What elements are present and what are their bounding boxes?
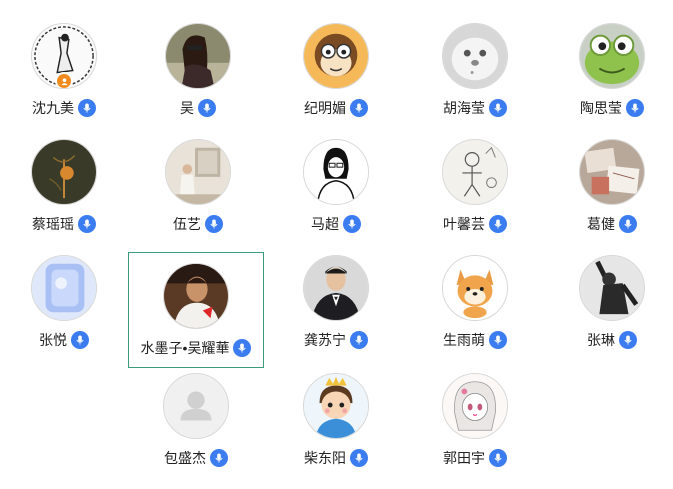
participant-grid: 沈九美 吴 纪明媚 胡海莹 陶思莹 蔡瑶瑶 伍艺 马超 叶馨芸 葛健 张悦 水墨… [0,0,673,489]
participant-card-5[interactable]: 蔡瑶瑶 [0,128,130,242]
participant-card-7[interactable]: 马超 [270,128,402,242]
woman-photo-avatar [165,23,231,89]
participant-name: 柴东阳 [304,450,346,466]
microphone-icon[interactable] [198,99,216,117]
microphone-icon[interactable] [71,331,89,349]
man-photo-avatar [163,263,229,329]
participant-name: 蔡瑶瑶 [32,216,74,232]
microphone-icon[interactable] [619,215,637,233]
participant-name: 沈九美 [32,100,74,116]
participant-name: 葛健 [587,216,615,232]
microphone-icon[interactable] [489,99,507,117]
participant-card-2[interactable]: 纪明媚 [270,12,402,126]
participant-card-15[interactable]: 包盛杰 [130,362,262,476]
participant-name: 马超 [311,216,339,232]
microphone-icon[interactable] [205,215,223,233]
microphone-icon[interactable] [210,449,228,467]
participant-name: 水墨子•吴耀華 [140,340,230,356]
participant-card-12[interactable]: 龚苏宁 [270,244,402,358]
participant-card-0[interactable]: 沈九美 [0,12,130,126]
microphone-icon[interactable] [626,99,644,117]
participant-card-4[interactable]: 陶思莹 [546,12,673,126]
participant-card-11[interactable]: 水墨子•吴耀華 [128,252,264,368]
participant-card-17[interactable]: 郭田宇 [409,362,541,476]
participant-name: 龚苏宁 [304,332,346,348]
participant-name: 胡海莹 [443,100,485,116]
participant-name: 吴 [180,100,194,116]
white-plush-avatar [442,23,508,89]
participant-name: 伍艺 [173,216,201,232]
participant-card-10[interactable]: 张悦 [0,244,130,358]
participant-card-8[interactable]: 叶馨芸 [409,128,541,242]
green-frog-avatar [579,23,645,89]
microphone-icon[interactable] [350,99,368,117]
sketch-figure-avatar [31,23,97,89]
child-drawing-avatar [442,139,508,205]
participant-card-1[interactable]: 吴 [132,12,264,126]
participant-name: 生雨萌 [443,332,485,348]
microphone-icon[interactable] [489,449,507,467]
host-badge-icon [55,72,73,88]
participant-name: 包盛杰 [164,450,206,466]
paper-art-avatar [579,139,645,205]
microphone-icon[interactable] [78,215,96,233]
participant-name: 纪明媚 [304,100,346,116]
cartoon-monkey-avatar [303,23,369,89]
line-drawing-avatar [303,139,369,205]
bw-dancer-avatar [579,255,645,321]
participant-name: 陶思莹 [580,100,622,116]
participant-card-14[interactable]: 张琳 [546,244,673,358]
participant-name: 张悦 [39,332,67,348]
participant-card-6[interactable]: 伍艺 [132,128,264,242]
gallery-photo-avatar [165,139,231,205]
blue-glass-avatar [31,255,97,321]
dark-plant-avatar [31,139,97,205]
microphone-icon[interactable] [489,215,507,233]
microphone-icon[interactable] [350,331,368,349]
participant-card-9[interactable]: 葛健 [546,128,673,242]
participant-name: 郭田宇 [443,450,485,466]
participant-card-13[interactable]: 生雨萌 [409,244,541,358]
microphone-icon[interactable] [233,339,252,357]
default-person-avatar [163,373,229,439]
microphone-icon[interactable] [78,99,96,117]
participant-name: 张琳 [587,332,615,348]
participant-name: 叶馨芸 [443,216,485,232]
cartoon-prince-avatar [303,373,369,439]
participant-card-16[interactable]: 柴东阳 [270,362,402,476]
cartoon-dog-avatar [442,255,508,321]
anime-girl-avatar [442,373,508,439]
microphone-icon[interactable] [343,215,361,233]
microphone-icon[interactable] [350,449,368,467]
microphone-icon[interactable] [619,331,637,349]
participant-card-3[interactable]: 胡海莹 [409,12,541,126]
microphone-icon[interactable] [489,331,507,349]
suit-man-avatar [303,255,369,321]
